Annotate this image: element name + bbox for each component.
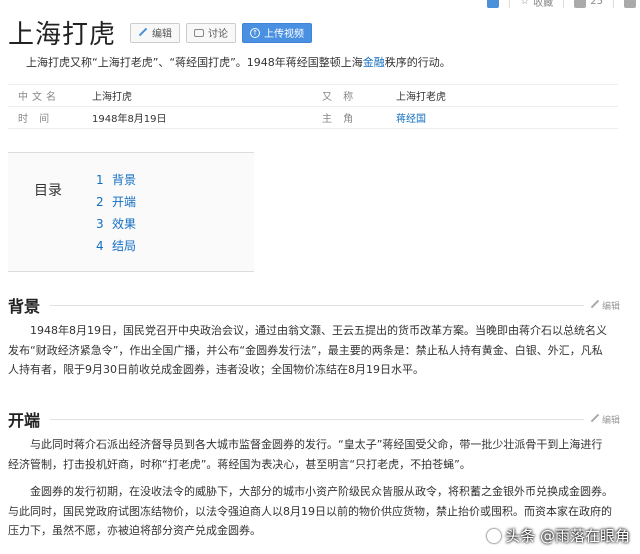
section-header: 背景 编辑 bbox=[8, 293, 620, 317]
upload-video-button[interactable]: ↑ 上传视频 bbox=[242, 22, 313, 43]
toc-item[interactable]: 3 效果 bbox=[96, 213, 136, 235]
pencil-icon bbox=[590, 414, 600, 424]
toc-number: 1 bbox=[96, 173, 104, 187]
section-edit-label: 编辑 bbox=[601, 415, 620, 426]
pencil-icon bbox=[590, 300, 600, 310]
protagonist-link[interactable]: 蒋经国 bbox=[396, 110, 618, 125]
section-title: 背景 bbox=[8, 297, 41, 316]
infobox-value: 上海打老虎 bbox=[396, 92, 446, 103]
upload-icon: ↑ bbox=[250, 27, 261, 38]
section-start: 开端 编辑 与此同时蒋介石派出经济督导员到各大城市监督金圆券的发行。“皇太子”蒋… bbox=[8, 407, 620, 541]
discuss-button[interactable]: 讨论 bbox=[186, 22, 237, 43]
infobox-label: 时 间 bbox=[18, 114, 54, 125]
toc-list: 1 背景 2 开端 3 效果 4 结局 bbox=[96, 169, 136, 257]
more-share-icon[interactable] bbox=[624, 0, 636, 8]
section-edit-button[interactable]: 编辑 bbox=[590, 413, 620, 426]
finance-link[interactable]: 金融 bbox=[363, 56, 385, 69]
section-background: 背景 编辑 1948年8月19日，国民党召开中央政治会议，通过由翁文灏、王云五提… bbox=[8, 293, 620, 380]
like-count: 25 bbox=[590, 0, 603, 7]
toc-item[interactable]: 2 开端 bbox=[96, 191, 136, 213]
infobox-row: 中文名 上海打虎 又 称 上海打老虎 bbox=[8, 84, 618, 107]
watermark-text: 头条 @雨落在眼角 bbox=[505, 527, 630, 545]
favorite-label: 收藏 bbox=[533, 0, 554, 9]
toc-label: 效果 bbox=[112, 217, 137, 231]
toc-item[interactable]: 1 背景 bbox=[96, 169, 136, 191]
watermark: 头条 @雨落在眼角 bbox=[487, 525, 630, 546]
toc-label: 结局 bbox=[112, 239, 137, 253]
page-title: 上海打虎 bbox=[8, 20, 117, 50]
toc-number: 4 bbox=[96, 239, 104, 253]
thumbs-up-icon bbox=[574, 0, 587, 8]
divider bbox=[509, 0, 511, 8]
chat-icon bbox=[194, 28, 205, 37]
pencil-icon bbox=[138, 28, 148, 38]
infobox-label: 又 称 bbox=[322, 92, 358, 103]
infobox-value: 上海打虎 bbox=[92, 92, 132, 103]
section-edit-button[interactable]: 编辑 bbox=[590, 299, 620, 312]
top-toolbar: ☆ 收藏 25 bbox=[487, 0, 636, 9]
favorite-button[interactable]: ☆ 收藏 bbox=[520, 0, 553, 9]
divider bbox=[563, 0, 565, 8]
toc-label: 背景 bbox=[112, 173, 137, 187]
toc-label: 开端 bbox=[112, 195, 137, 209]
summary: 上海打虎又称“上海打老虎”、“蒋经国打虎”。1948年蒋经国整顿上海金融秩序的行… bbox=[26, 54, 451, 70]
divider bbox=[50, 418, 584, 420]
section-edit-label: 编辑 bbox=[601, 301, 620, 312]
toc-title: 目录 bbox=[34, 183, 62, 199]
paragraph: 1948年8月19日，国民党召开中央政治会议，通过由翁文灏、王云五提出的货币改革… bbox=[8, 324, 607, 376]
infobox-label: 中文名 bbox=[18, 92, 60, 103]
upload-label: 上传视频 bbox=[264, 29, 305, 40]
summary-text-end: 秩序的行动。 bbox=[384, 56, 451, 69]
discuss-label: 讨论 bbox=[208, 29, 229, 40]
star-icon: ☆ bbox=[520, 0, 530, 7]
share-icon[interactable] bbox=[487, 0, 500, 8]
edit-button[interactable]: 编辑 bbox=[130, 22, 181, 43]
toc-number: 2 bbox=[96, 195, 104, 209]
infobox: 中文名 上海打虎 又 称 上海打老虎 时 间 1948年8月19日 主 角 蒋经… bbox=[8, 84, 618, 129]
title-row: 上海打虎 编辑 讨论 ↑ 上传视频 bbox=[8, 14, 313, 51]
divider bbox=[50, 304, 584, 306]
paragraph: 与此同时蒋介石派出经济督导员到各大城市监督金圆券的发行。“皇太子”蒋经国受父命，… bbox=[8, 438, 603, 471]
toc-number: 3 bbox=[96, 217, 104, 231]
like-button[interactable]: 25 bbox=[574, 0, 603, 8]
summary-text: 上海打虎又称“上海打老虎”、“蒋经国打虎”。1948年蒋经国整顿上海 bbox=[26, 56, 363, 69]
section-title: 开端 bbox=[8, 411, 41, 430]
table-of-contents: 目录 1 背景 2 开端 3 效果 4 结局 bbox=[8, 152, 254, 272]
toc-item[interactable]: 4 结局 bbox=[96, 235, 136, 257]
infobox-value: 1948年8月19日 bbox=[92, 114, 167, 125]
edit-label: 编辑 bbox=[152, 29, 173, 40]
toutiao-logo-icon bbox=[487, 528, 502, 543]
divider bbox=[613, 0, 614, 8]
section-header: 开端 编辑 bbox=[8, 407, 620, 431]
infobox-label: 主 角 bbox=[322, 114, 358, 125]
infobox-row: 时 间 1948年8月19日 主 角 蒋经国 bbox=[8, 107, 618, 129]
